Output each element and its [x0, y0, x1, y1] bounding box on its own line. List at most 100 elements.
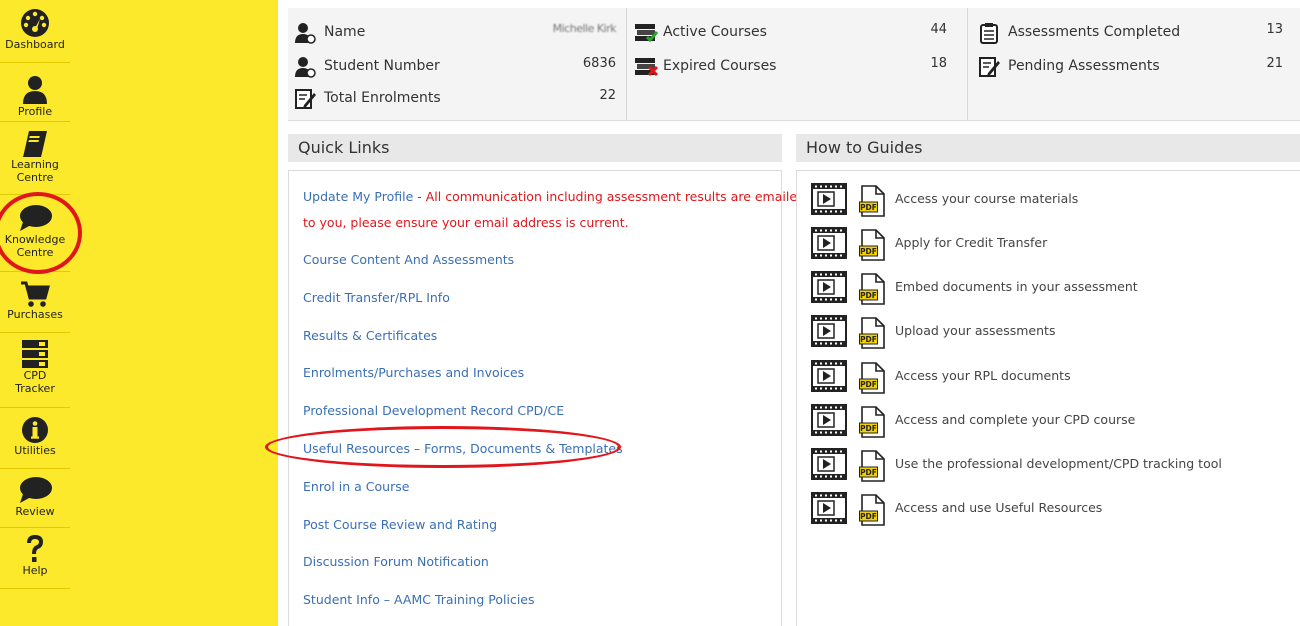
- stat-pending-assessments-value: 21: [1266, 56, 1283, 71]
- stat-name: Name Michelle Kirk: [288, 20, 626, 48]
- nav-label-dashboard: Dashboard: [5, 38, 65, 51]
- guide-item[interactable]: PDF Apply for Credit Transfer: [811, 227, 1291, 263]
- quick-links-header: Quick Links: [288, 134, 782, 162]
- nav-label-learning: Learning: [11, 158, 59, 171]
- quick-link-review[interactable]: Post Course Review and Rating: [303, 517, 497, 532]
- guide-item[interactable]: PDF Access your RPL documents: [811, 360, 1291, 396]
- info-icon: [22, 417, 48, 443]
- pdf-icon[interactable]: PDF: [859, 185, 885, 217]
- video-icon[interactable]: [811, 492, 847, 524]
- edit-document-icon: [295, 89, 316, 109]
- guide-item[interactable]: PDF Use the professional development/CPD …: [811, 448, 1291, 484]
- quick-link-enrol[interactable]: Enrol in a Course: [303, 479, 409, 494]
- video-icon[interactable]: [811, 448, 847, 480]
- guide-item[interactable]: PDF Access your course materials: [811, 183, 1291, 219]
- nav-item-cpd-tracker[interactable]: CPD Tracker: [0, 333, 70, 408]
- user-icon: [23, 76, 47, 104]
- nav-label-help: Help: [22, 564, 48, 577]
- guide-item-label: Access your RPL documents: [895, 368, 1071, 383]
- nav-item-purchases[interactable]: Purchases: [0, 272, 70, 333]
- guide-item[interactable]: PDF Embed documents in your assessment: [811, 271, 1291, 307]
- speech-bubble-icon: [20, 477, 52, 503]
- quick-link-credit-transfer[interactable]: Credit Transfer/RPL Info: [303, 290, 450, 305]
- tracker-icon: [22, 340, 48, 368]
- stat-name-label: Name: [324, 24, 366, 40]
- book-icon: [23, 131, 47, 157]
- quick-link-enrolments[interactable]: Enrolments/Purchases and Invoices: [303, 365, 524, 380]
- guide-item-label: Access your course materials: [895, 191, 1079, 206]
- stat-assessments-completed-value: 13: [1266, 22, 1283, 37]
- sidebar: Dashboard Profile Learning Centre Knowle…: [0, 0, 278, 626]
- pdf-icon[interactable]: PDF: [859, 273, 885, 305]
- guide-item-label: Use the professional development/CPD tra…: [895, 456, 1222, 471]
- guide-item-label: Embed documents in your assessment: [895, 279, 1138, 294]
- pdf-icon[interactable]: PDF: [859, 317, 885, 349]
- video-icon[interactable]: [811, 271, 847, 303]
- stat-active-courses-value: 44: [930, 22, 947, 37]
- guides-header: How to Guides: [796, 134, 1300, 162]
- stat-expired-courses-value: 18: [930, 56, 947, 71]
- pdf-icon[interactable]: PDF: [859, 450, 885, 482]
- nav-item-utilities[interactable]: Utilities: [0, 408, 70, 469]
- pdf-badge-text: PDF: [860, 247, 877, 256]
- video-icon[interactable]: [811, 360, 847, 392]
- video-icon[interactable]: [811, 183, 847, 215]
- update-profile-link[interactable]: Update My Profile: [303, 189, 413, 204]
- nav-item-review[interactable]: Review: [0, 469, 70, 528]
- speech-bubble-icon: [20, 205, 52, 231]
- stat-expired-courses-label: Expired Courses: [663, 58, 777, 74]
- cart-icon: [21, 281, 50, 307]
- stat-student-number-value: 6836: [582, 56, 616, 71]
- pdf-icon[interactable]: PDF: [859, 494, 885, 526]
- nav-label-profile: Profile: [17, 105, 53, 118]
- quick-link-course-content[interactable]: Course Content And Assessments: [303, 252, 514, 267]
- pdf-icon[interactable]: PDF: [859, 229, 885, 261]
- pdf-badge-text: PDF: [860, 335, 877, 344]
- stat-active-courses: Active Courses 44: [627, 20, 967, 48]
- edit-document-icon: [979, 57, 1000, 77]
- video-icon[interactable]: [811, 404, 847, 436]
- quick-link-results[interactable]: Results & Certificates: [303, 328, 437, 343]
- student-icon: [295, 23, 316, 44]
- nav-item-learning-centre[interactable]: Learning Centre: [0, 122, 70, 195]
- nav-label-centre: Centre: [16, 171, 54, 184]
- quick-links-panel: Update My Profile - All communication in…: [288, 170, 805, 626]
- stat-expired-courses: Expired Courses 18: [627, 54, 967, 82]
- video-icon[interactable]: [811, 315, 847, 347]
- pdf-badge-text: PDF: [860, 424, 877, 433]
- quick-link-useful-resources[interactable]: Useful Resources – Forms, Documents & Te…: [303, 441, 623, 456]
- guide-item[interactable]: PDF Upload your assessments: [811, 315, 1291, 351]
- guide-item[interactable]: PDF Access and complete your CPD course: [811, 404, 1291, 440]
- stats-column-courses: Active Courses 44 Expired Courses 18: [626, 8, 967, 120]
- pdf-badge-text: PDF: [860, 512, 877, 521]
- stat-pending-assessments: Pending Assessments 21: [968, 54, 1300, 82]
- profile-email-notice-cont: to you, please ensure your email address…: [303, 215, 629, 230]
- quick-link-update-profile[interactable]: Update My Profile - All communication in…: [303, 189, 805, 204]
- nav-label-review: Review: [15, 505, 55, 518]
- stats-column-assessments: Assessments Completed 13 Pending Assessm…: [967, 8, 1300, 120]
- profile-email-notice: - All communication including assessment…: [413, 189, 805, 204]
- nav-item-dashboard[interactable]: Dashboard: [0, 0, 70, 63]
- nav-label-cpd: CPD: [23, 369, 47, 382]
- nav-item-help[interactable]: Help: [0, 528, 70, 589]
- nav-label-tracker: Tracker: [15, 382, 55, 395]
- nav-label-utilities: Utilities: [14, 444, 56, 457]
- guide-item-label: Apply for Credit Transfer: [895, 235, 1048, 250]
- nav-item-profile[interactable]: Profile: [0, 63, 70, 122]
- guides-panel: PDF Access your course materials PDF Apply …: [796, 170, 1300, 626]
- video-icon[interactable]: [811, 227, 847, 259]
- pdf-badge-text: PDF: [860, 468, 877, 477]
- guide-item-label: Upload your assessments: [895, 323, 1056, 338]
- pdf-icon[interactable]: PDF: [859, 406, 885, 438]
- main-content: Name Michelle Kirk Student Number 6836 T…: [278, 0, 1300, 626]
- quick-link-policies[interactable]: Student Info – AAMC Training Policies: [303, 592, 535, 607]
- stat-student-number-label: Student Number: [324, 58, 440, 74]
- stat-total-enrolments-label: Total Enrolments: [324, 90, 441, 106]
- quick-link-forum[interactable]: Discussion Forum Notification: [303, 554, 489, 569]
- nav-item-knowledge-centre[interactable]: Knowledge Centre: [0, 195, 70, 272]
- guide-item[interactable]: PDF Access and use Useful Resources: [811, 492, 1291, 528]
- active-courses-icon: [635, 24, 659, 43]
- quick-link-cpd-record[interactable]: Professional Development Record CPD/CE: [303, 403, 564, 418]
- pdf-icon[interactable]: PDF: [859, 362, 885, 394]
- stat-student-number: Student Number 6836: [288, 54, 626, 82]
